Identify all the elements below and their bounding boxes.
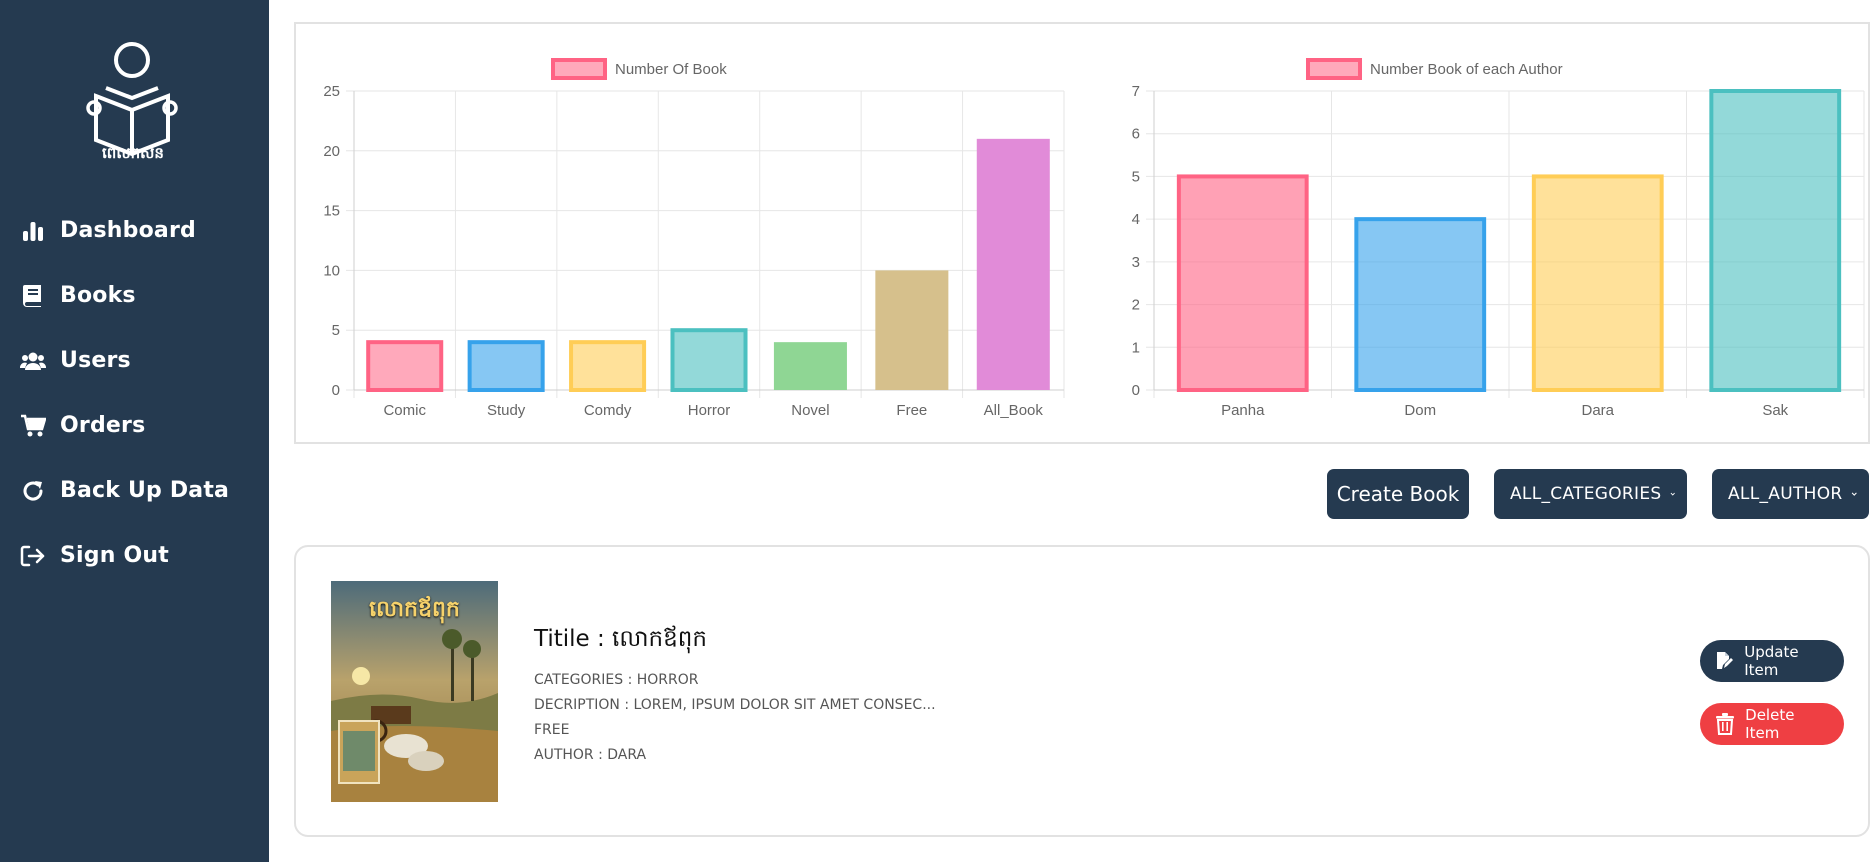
legend-label: Number Of Book	[615, 61, 727, 78]
y-tick-label: 20	[323, 143, 340, 160]
y-tick-label: 4	[1132, 211, 1140, 228]
category-select[interactable]: ALL_CATEGORIES	[1494, 469, 1687, 519]
author-select-value: ALL_AUTHOR	[1728, 484, 1843, 504]
update-item-button[interactable]: Update Item	[1700, 640, 1844, 682]
bar	[1709, 89, 1842, 392]
legend-swatch	[551, 58, 607, 80]
author-select[interactable]: ALL_AUTHOR	[1712, 469, 1869, 519]
create-book-label: Create Book	[1336, 482, 1460, 506]
x-tick-label: Horror	[688, 402, 731, 419]
y-tick-label: 0	[332, 382, 340, 399]
chevron-down-icon	[1670, 492, 1675, 496]
sidebar-item-label: Dashboard	[60, 218, 196, 243]
y-tick-label: 25	[323, 83, 340, 100]
sidebar-item-backup[interactable]: Back Up Data	[0, 458, 269, 523]
category-select-value: ALL_CATEGORIES	[1510, 484, 1662, 504]
y-tick-label: 6	[1132, 126, 1140, 143]
x-tick-label: Panha	[1221, 402, 1265, 419]
y-tick-label: 3	[1132, 254, 1140, 271]
x-tick-label: Dom	[1404, 402, 1436, 419]
bar	[976, 138, 1050, 390]
bar	[1354, 217, 1487, 392]
cover-title: លោកឪពុក	[369, 597, 460, 622]
logo-text: ពេលកសន	[102, 144, 164, 162]
y-tick-label: 7	[1132, 83, 1140, 100]
sidebar-item-users[interactable]: Users	[0, 328, 269, 393]
book-card: លោកឪពុក Titile : លោកឪពុក CATEGORIES : HO…	[294, 545, 1870, 837]
y-tick-label: 1	[1132, 339, 1140, 356]
sidebar-item-label: Users	[60, 348, 131, 373]
book-info: Titile : លោកឪពុក CATEGORIES : HORROR DEC…	[534, 625, 936, 768]
x-tick-label: Dara	[1581, 402, 1614, 419]
charts-panel: 0 5 10 15 20 25 Comic Study Comdy Horror Novel Free…	[294, 22, 1870, 444]
bar	[569, 340, 647, 393]
book-icon	[20, 283, 46, 309]
refresh-icon	[20, 478, 46, 504]
delete-item-label: Delete Item	[1745, 706, 1795, 742]
chevron-down-icon	[1851, 492, 1857, 496]
book-cover-image: លោកឪពុក	[331, 581, 498, 802]
sidebar-item-orders[interactable]: Orders	[0, 393, 269, 458]
bar-chart-icon	[20, 218, 46, 244]
legend-label: Number Book of each Author	[1370, 61, 1563, 78]
y-tick-label: 2	[1132, 297, 1140, 314]
x-tick-label: Comic	[383, 402, 426, 419]
y-tick-label: 10	[323, 262, 340, 279]
sidebar-nav: Dashboard Books Users Orders Back Up Dat…	[0, 198, 269, 588]
bar	[1531, 174, 1664, 392]
sidebar-item-dashboard[interactable]: Dashboard	[0, 198, 269, 263]
sidebar: ពេលកសន Dashboard Books Users Orders Back…	[0, 0, 269, 862]
y-tick-label: 5	[1132, 168, 1140, 185]
bar	[670, 328, 748, 393]
x-tick-label: Novel	[791, 402, 829, 419]
bar	[366, 340, 444, 393]
users-icon	[20, 348, 46, 374]
book-description: DECRIPTION : LOREM, IPSUM DOLOR SIT AMET…	[534, 697, 936, 713]
x-tick-label: All_Book	[984, 402, 1044, 419]
sidebar-item-label: Orders	[60, 413, 146, 438]
create-book-button[interactable]: Create Book	[1327, 469, 1469, 519]
bar	[875, 270, 949, 390]
book-author: AUTHOR : DARA	[534, 747, 647, 763]
legend-swatch	[1306, 58, 1362, 80]
sidebar-item-label: Sign Out	[60, 543, 169, 568]
x-tick-label: Comdy	[584, 402, 632, 419]
x-tick-label: Sak	[1762, 402, 1788, 419]
edit-file-icon	[1714, 650, 1734, 672]
update-item-label: Update Item	[1744, 643, 1799, 679]
books-per-category-chart: 0 5 10 15 20 25 Comic Study Comdy Horror Novel Free…	[323, 58, 1065, 419]
book-title: Titile : លោកឪពុក	[534, 626, 707, 652]
bar	[467, 340, 545, 393]
y-tick-label: 0	[1132, 382, 1140, 399]
sidebar-item-label: Back Up Data	[60, 478, 230, 503]
sign-out-icon	[20, 543, 46, 569]
bar	[1176, 174, 1309, 392]
books-per-author-chart: 0 1 2 3 4 5 6 7 Panha Dom Dara Sak Number Book of ea…	[1132, 58, 1865, 419]
x-tick-label: Free	[896, 402, 927, 419]
delete-item-button[interactable]: Delete Item	[1700, 703, 1844, 745]
x-tick-label: Study	[487, 402, 526, 419]
sidebar-item-label: Books	[60, 283, 136, 308]
bar	[773, 342, 847, 390]
y-tick-label: 15	[323, 203, 340, 220]
book-price: FREE	[534, 722, 570, 738]
trash-icon	[1714, 713, 1735, 735]
sidebar-item-books[interactable]: Books	[0, 263, 269, 328]
sidebar-item-sign-out[interactable]: Sign Out	[0, 523, 269, 588]
book-category: CATEGORIES : HORROR	[534, 672, 699, 688]
y-tick-label: 5	[332, 322, 340, 339]
cart-icon	[20, 413, 46, 439]
